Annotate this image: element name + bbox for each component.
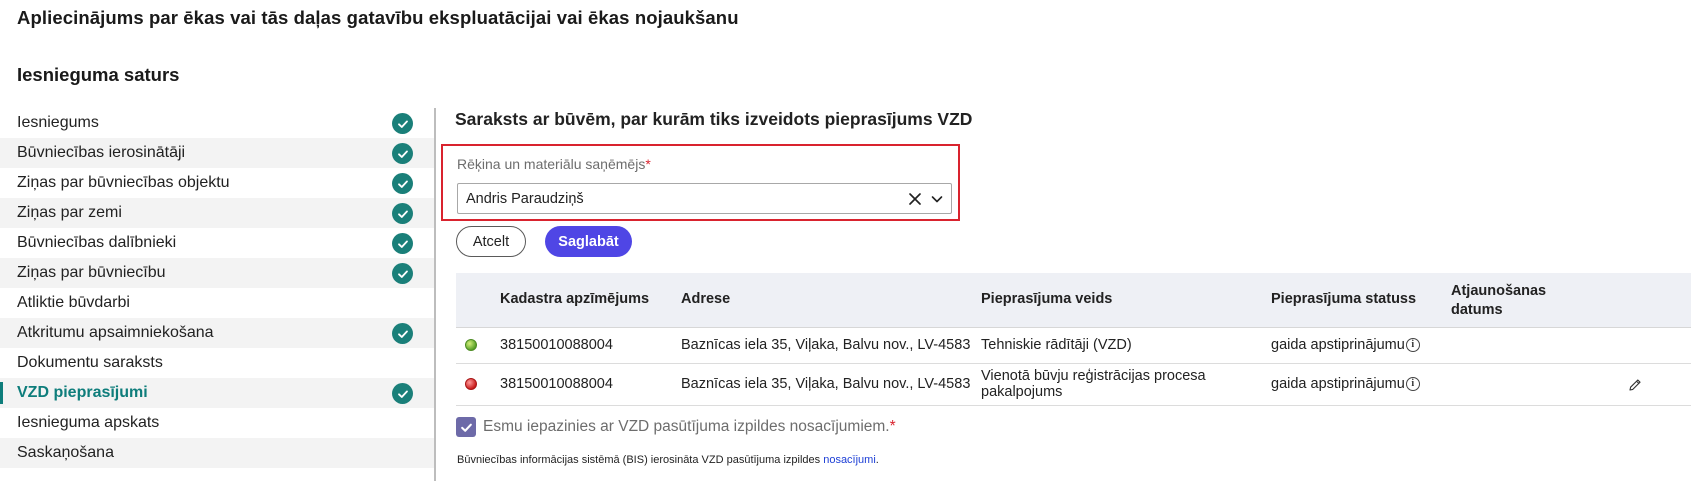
required-mark: * <box>645 156 651 172</box>
sidebar-item-atkritumu-apsaimniekosana[interactable]: Atkritumu apsaimniekošana <box>0 318 434 348</box>
sidebar-item-label: Būvniecības ierosinātāji <box>17 144 186 161</box>
table-row: 38150010088004 Baznīcas iela 35, Viļaka,… <box>456 328 1691 364</box>
save-button[interactable]: Saglabāt <box>545 226 632 257</box>
header-request-type: Pieprasījuma veids <box>981 291 1113 307</box>
sidebar-item-label: Iesnieguma apskats <box>17 414 160 431</box>
sidebar-nav: Iesniegums Būvniecības ierosinātāji Ziņa… <box>0 108 434 468</box>
sidebar-item-label: Ziņas par zemi <box>17 204 122 221</box>
header-request-status: Pieprasījuma statuss <box>1271 291 1417 307</box>
sidebar-item-iesnieguma-apskats[interactable]: Iesnieguma apskats <box>0 408 434 438</box>
pencil-icon[interactable] <box>1628 378 1642 396</box>
sidebar-item-label: Būvniecības dalībnieki <box>17 234 177 251</box>
vertical-divider <box>434 108 436 481</box>
check-circle-icon <box>392 203 413 224</box>
agreement-checkbox[interactable] <box>456 417 476 437</box>
close-icon[interactable] <box>905 189 925 209</box>
info-icon[interactable]: i <box>1405 376 1420 391</box>
sidebar-item-label: Saskaņošana <box>17 444 114 461</box>
table-header: Kadastra apzīmējums Adrese Pieprasījuma … <box>456 273 1691 328</box>
sidebar-item-vzd-pieprasijumi[interactable]: VZD pieprasījumi <box>0 378 434 408</box>
table-row: 38150010088004 Baznīcas iela 35, Viļaka,… <box>456 364 1691 406</box>
header-updated-date: Atjaunošanas datums <box>1451 283 1547 318</box>
row-address: Baznīcas iela 35, Viļaka, Balvu nov., LV… <box>681 376 971 392</box>
header-address: Adrese <box>681 291 731 307</box>
check-circle-icon <box>392 113 413 134</box>
agreement-label: Esmu iepazinies ar VZD pasūtījuma izpild… <box>483 418 890 435</box>
recipient-field-label: Rēķina un materiālu saņēmējs* <box>457 156 651 172</box>
row-request-status: gaida apstiprinājumu i <box>1271 337 1420 353</box>
vzd-requests-table: Kadastra apzīmējums Adrese Pieprasījuma … <box>456 273 1691 406</box>
row-request-type: Vienotā būvju reģistrācijas procesa pakal… <box>981 368 1206 400</box>
agreement-row: Esmu iepazinies ar VZD pasūtījuma izpild… <box>456 417 896 437</box>
sidebar-item-zinas-par-buvniecibas-objektu[interactable]: Ziņas par būvniecības objektu <box>0 168 434 198</box>
status-green-icon <box>465 339 477 351</box>
main-title: Saraksts ar būvēm, par kurām tiks izveid… <box>455 109 973 129</box>
conditions-link[interactable]: nosacījumi <box>823 454 876 466</box>
sidebar-item-saskanosana[interactable]: Saskaņošana <box>0 438 434 468</box>
chevron-down-icon[interactable] <box>927 189 947 209</box>
sidebar-item-label: Ziņas par būvniecības objektu <box>17 174 230 191</box>
footnote: Būvniecības informācijas sistēmā (BIS) i… <box>457 454 879 466</box>
check-circle-icon <box>392 233 413 254</box>
sidebar-item-label: Ziņas par būvniecību <box>17 264 166 281</box>
sidebar-item-iesniegums[interactable]: Iesniegums <box>0 108 434 138</box>
sidebar-item-buvniecibas-ierosinataji[interactable]: Būvniecības ierosinātāji <box>0 138 434 168</box>
check-circle-icon <box>392 263 413 284</box>
check-circle-icon <box>392 323 413 344</box>
check-circle-icon <box>392 173 413 194</box>
recipient-field-group: Rēķina un materiālu saņēmējs* Andris Par… <box>441 144 960 221</box>
row-address: Baznīcas iela 35, Viļaka, Balvu nov., LV… <box>681 337 971 353</box>
sidebar-item-label: Iesniegums <box>17 114 99 131</box>
sidebar-item-buvniecibas-dalibnieki[interactable]: Būvniecības dalībnieki <box>0 228 434 258</box>
checkmark-icon <box>460 423 472 432</box>
row-request-status: gaida apstiprinājumu i <box>1271 376 1420 392</box>
row-cadastre: 38150010088004 <box>500 376 613 392</box>
recipient-select-value: Andris Paraudziņš <box>466 190 584 207</box>
sidebar-item-label: Dokumentu saraksts <box>17 354 163 371</box>
section-title: Iesnieguma saturs <box>17 64 180 85</box>
sidebar-item-label: Atliktie būvdarbi <box>17 294 130 311</box>
sidebar-item-atliktie-buvdarbi[interactable]: Atliktie būvdarbi <box>0 288 434 318</box>
sidebar-item-label: VZD pieprasījumi <box>17 384 148 401</box>
info-icon[interactable]: i <box>1405 337 1420 352</box>
status-red-icon <box>465 378 477 390</box>
sidebar-item-zinas-par-zemi[interactable]: Ziņas par zemi <box>0 198 434 228</box>
check-circle-icon <box>392 143 413 164</box>
page-title: Apliecinājums par ēkas vai tās daļas gat… <box>17 7 739 28</box>
sidebar-item-zinas-par-buvniecibu[interactable]: Ziņas par būvniecību <box>0 258 434 288</box>
row-cadastre: 38150010088004 <box>500 337 613 353</box>
recipient-select[interactable]: Andris Paraudziņš <box>457 183 952 214</box>
cancel-button[interactable]: Atcelt <box>456 226 526 257</box>
header-cadastre: Kadastra apzīmējums <box>500 291 650 307</box>
check-circle-icon <box>392 383 413 404</box>
row-request-type: Tehniskie rādītāji (VZD) <box>981 337 1132 353</box>
required-mark: * <box>889 418 896 435</box>
sidebar-item-label: Atkritumu apsaimniekošana <box>17 324 214 341</box>
sidebar-item-dokumentu-saraksts[interactable]: Dokumentu saraksts <box>0 348 434 378</box>
